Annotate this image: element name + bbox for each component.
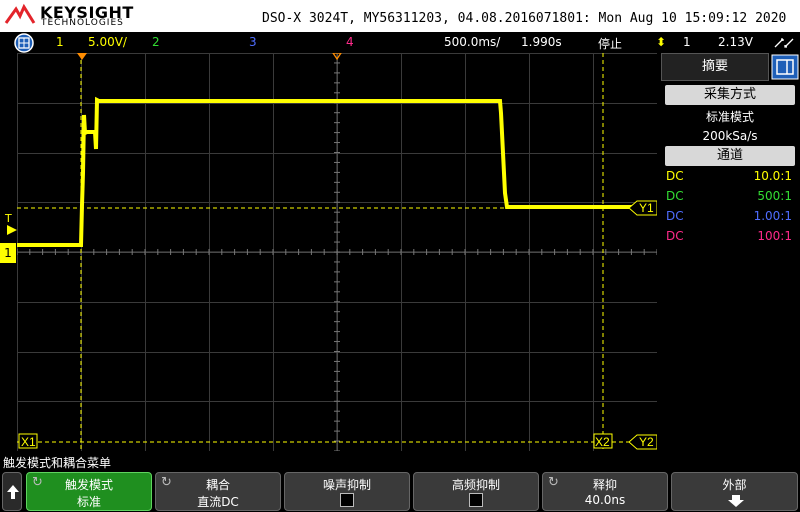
noise-reject-softkey[interactable]: 噪声抑制 xyxy=(284,472,410,511)
hf-reject-softkey[interactable]: 高频抑制 xyxy=(413,472,539,511)
cursor-x1-label[interactable]: X1 xyxy=(18,433,38,449)
svg-text:X2: X2 xyxy=(595,435,610,449)
cursor-x2-label[interactable]: X2 xyxy=(593,433,613,449)
run-state: 停止 xyxy=(598,37,623,51)
time-delay[interactable]: 1.990s xyxy=(521,35,562,49)
back-button[interactable] xyxy=(2,472,22,511)
svg-text:Y2: Y2 xyxy=(639,435,654,449)
channel-1-number[interactable]: 1 xyxy=(56,35,64,49)
sample-rate: 200kSa/s xyxy=(702,129,758,143)
coupling-softkey[interactable]: ↻ 耦合 直流DC xyxy=(155,472,281,511)
external-softkey[interactable]: 外部 xyxy=(671,472,798,511)
panel-toggle-icon[interactable] xyxy=(771,54,799,80)
channel-1-waveform xyxy=(17,96,641,247)
trigger-mode-softkey[interactable]: ↻ 触发模式 标准 xyxy=(26,472,152,511)
channel-3-number[interactable]: 3 xyxy=(249,35,257,49)
channel-1-ground-marker[interactable]: 1 xyxy=(0,243,16,263)
trigger-source: 1 xyxy=(683,35,691,49)
channel-4-number[interactable]: 4 xyxy=(346,35,354,49)
softkey-bar: ↻ 触发模式 标准 ↻ 耦合 直流DC 噪声抑制 高频抑制 ↻ 释抑 40.0n… xyxy=(0,472,800,512)
cursor-y2-label[interactable]: Y2 xyxy=(628,434,657,450)
summary-tab[interactable]: 摘要 xyxy=(661,53,769,81)
svg-text:Y1: Y1 xyxy=(639,201,654,215)
noise-reject-checkbox[interactable] xyxy=(340,493,354,507)
up-arrow-icon xyxy=(7,485,19,499)
trigger-edge-icon: ⬍ xyxy=(656,35,667,49)
trigger-level-marker[interactable]: T xyxy=(5,212,12,225)
home-grid-icon[interactable] xyxy=(8,33,40,53)
channel-header[interactable]: 通道 xyxy=(665,146,795,166)
down-arrow-icon xyxy=(728,495,744,507)
instrument-info: DSO-X 3024T, MY56311203, 04.08.201607180… xyxy=(262,11,787,26)
brand-subtitle: TECHNOLOGIES xyxy=(41,18,124,28)
keysight-logo-icon xyxy=(4,3,36,24)
waveform-display[interactable]: X1 X2 Y1 Y2 xyxy=(17,53,657,451)
cursor-y1-label[interactable]: Y1 xyxy=(628,200,657,216)
holdoff-softkey[interactable]: ↻ 释抑 40.0ns xyxy=(542,472,668,511)
timebase-scale[interactable]: 500.0ms/ xyxy=(444,35,500,49)
trigger-level[interactable]: 2.13V xyxy=(718,35,753,49)
acquisition-mode: 标准模式 xyxy=(705,110,754,124)
summary-panel: 摘要 采集方式 标准模式 200kSa/s 通道 DC 10.0:1 DC 50… xyxy=(661,53,800,451)
graticule xyxy=(17,53,657,451)
hf-reject-checkbox[interactable] xyxy=(469,493,483,507)
svg-text:X1: X1 xyxy=(21,435,36,449)
menu-title: 触发模式和耦合菜单 xyxy=(3,456,112,470)
channel-2-number[interactable]: 2 xyxy=(152,35,160,49)
title-bar: KEYSIGHT TECHNOLOGIES DSO-X 3024T, MY563… xyxy=(0,0,800,32)
acquisition-header[interactable]: 采集方式 xyxy=(665,85,795,105)
channel-1-scale[interactable]: 5.00V/ xyxy=(88,35,127,49)
trigger-arrow-icon xyxy=(7,225,17,235)
trigger-position-marker[interactable] xyxy=(77,53,87,60)
status-bar: 1 5.00V/ 2 3 4 500.0ms/ 1.990s 停止 ⬍ 1 2.… xyxy=(0,32,800,53)
touch-icon[interactable] xyxy=(773,35,795,49)
